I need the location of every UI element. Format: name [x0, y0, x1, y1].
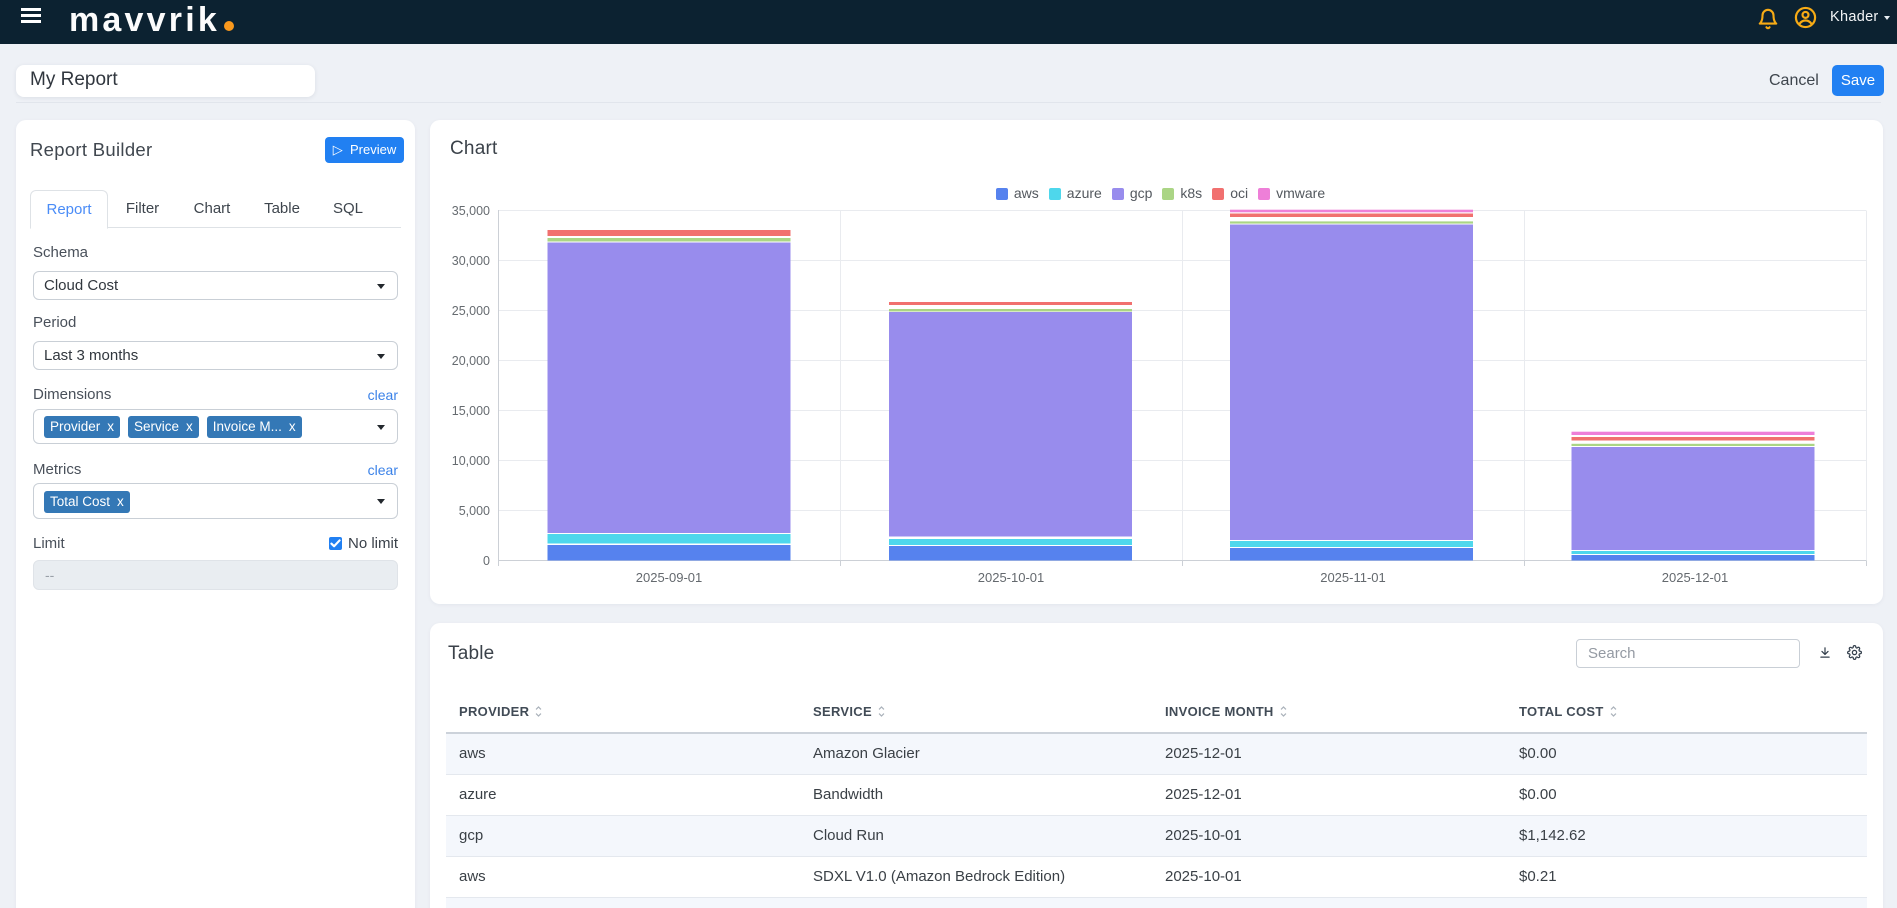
svg-text:30,000: 30,000	[452, 254, 490, 268]
svg-text:2025-10-01: 2025-10-01	[978, 570, 1045, 585]
svg-text:2025-11-01: 2025-11-01	[1320, 570, 1386, 585]
svg-text:2025-12-01: 2025-12-01	[1662, 570, 1729, 585]
svg-text:10,000: 10,000	[452, 454, 490, 468]
svg-text:35,000: 35,000	[452, 204, 490, 218]
svg-text:15,000: 15,000	[452, 404, 490, 418]
svg-text:25,000: 25,000	[452, 304, 490, 318]
svg-text:2025-09-01: 2025-09-01	[636, 570, 703, 585]
svg-text:0: 0	[483, 554, 490, 568]
svg-text:5,000: 5,000	[459, 504, 490, 518]
svg-text:20,000: 20,000	[452, 354, 490, 368]
